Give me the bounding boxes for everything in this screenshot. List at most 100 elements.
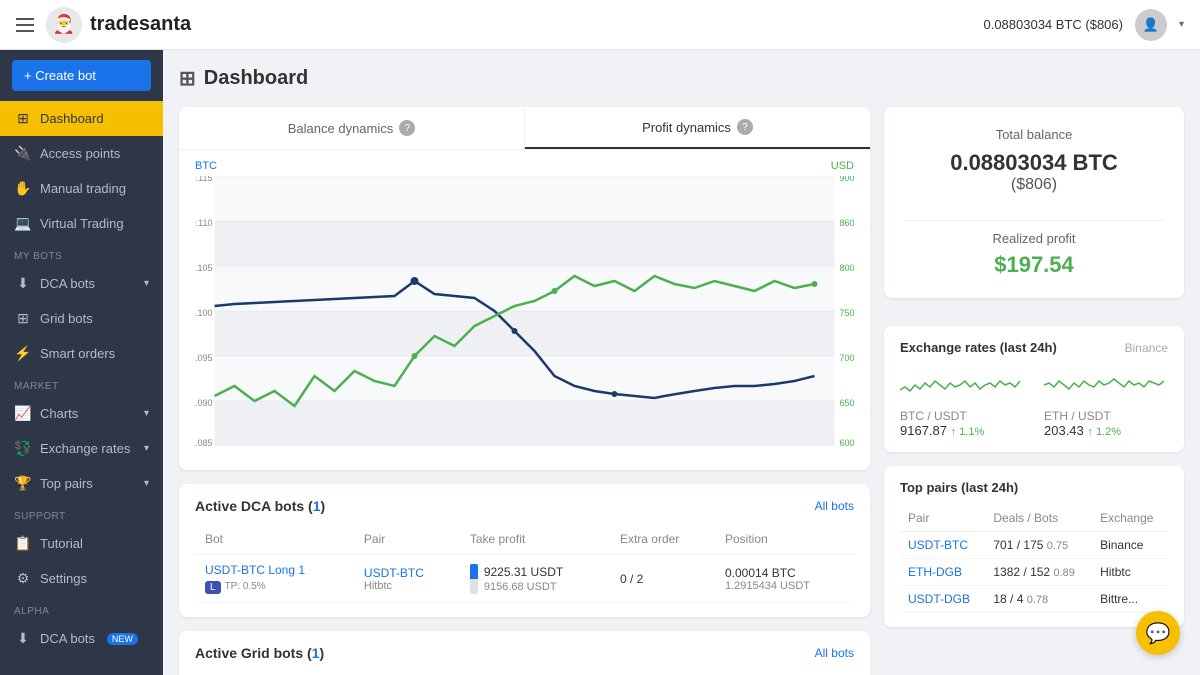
svg-text:700: 700 (840, 353, 855, 363)
sidebar-item-grid-bots[interactable]: ⊞ Grid bots (0, 301, 163, 336)
bot-tag: L (205, 581, 221, 594)
divider (904, 220, 1164, 221)
tp-pair-2[interactable]: ETH-DGB (908, 565, 962, 579)
sidebar-item-dca-bots[interactable]: ⬇ DCA bots ▾ (0, 266, 163, 301)
active-grid-label: Active Grid bots (1) (195, 645, 324, 661)
balance-card: Total balance 0.08803034 BTC ($806) Real… (884, 107, 1184, 298)
sidebar-item-settings[interactable]: ⚙ Settings (0, 561, 163, 596)
sidebar-item-top-pairs[interactable]: 🏆 Top pairs ▾ (0, 466, 163, 501)
logo-icon: 🎅 (46, 7, 82, 43)
sidebar-item-label: Dashboard (40, 111, 104, 126)
exchange-rates-header: Exchange rates (last 24h) Binance (900, 340, 1168, 355)
btc-label: BTC (195, 160, 217, 172)
sidebar-item-label: Exchange rates (40, 441, 130, 456)
sidebar-item-label: Access points (40, 146, 120, 161)
monitor-icon: 💻 (14, 215, 32, 232)
pair-link[interactable]: USDT-BTC (364, 566, 450, 580)
svg-text:0.090: 0.090 (195, 398, 213, 408)
hamburger-menu[interactable] (16, 18, 34, 32)
svg-text:0.100: 0.100 (195, 308, 213, 318)
create-bot-button[interactable]: + Create bot (12, 60, 151, 91)
btc-usdt-pair: BTC / USDT (900, 409, 1024, 423)
sidebar-item-label: Charts (40, 406, 78, 421)
top-pairs-header: Top pairs (last 24h) (900, 480, 1168, 495)
all-bots-link[interactable]: All bots (815, 499, 854, 513)
chat-bubble[interactable]: 💬 (1136, 611, 1180, 655)
tp-exchange-3: Bittre... (1092, 586, 1168, 613)
grid-title: Active Grid bots (1) (195, 645, 324, 661)
sidebar-item-label: Virtual Trading (40, 216, 124, 231)
dashboard-icon: ⊞ (179, 66, 196, 91)
top-pairs-card: Top pairs (last 24h) Pair Deals / Bots E… (884, 466, 1184, 627)
right-column: Total balance 0.08803034 BTC ($806) Real… (884, 107, 1184, 675)
sidebar-item-virtual-trading[interactable]: 💻 Virtual Trading (0, 206, 163, 241)
chevron-right-icon: ▾ (144, 478, 149, 489)
usd-amount: ($806) (904, 176, 1164, 194)
eth-usdt-item: ETH / USDT 203.43 ↑ 1.2% (1044, 365, 1168, 438)
top-pairs-table: Pair Deals / Bots Exchange USDT-BTC 701 … (900, 505, 1168, 613)
user-icon: 👤 (1143, 17, 1159, 33)
table-row: ETH-DGB 1382 / 152 0.89 Hitbtc (900, 559, 1168, 586)
col-take-profit: Take profit (460, 524, 610, 555)
exchange-icon: 💱 (14, 440, 32, 457)
down-arrow-icon: ⬇ (14, 275, 32, 292)
down-icon: ⬇ (14, 630, 32, 647)
sidebar-item-charts[interactable]: 📈 Charts ▾ (0, 396, 163, 431)
chart-icon: 📈 (14, 405, 32, 422)
tp-exchange-1: Binance (1092, 532, 1168, 559)
tp-exchange-2: Hitbtc (1092, 559, 1168, 586)
svg-text:0.095: 0.095 (195, 353, 213, 363)
pair-cell: USDT-BTC Hitbtc (354, 555, 460, 603)
tab-balance-dynamics[interactable]: Balance dynamics ? (179, 107, 525, 149)
sidebar-item-access-points[interactable]: 🔌 Access points (0, 136, 163, 171)
hand-icon: ✋ (14, 180, 32, 197)
chevron-down-icon: ▾ (1179, 19, 1184, 30)
total-balance-label: Total balance (904, 127, 1164, 142)
tp-col-deals: Deals / Bots (985, 505, 1092, 532)
eth-usdt-value-row: 203.43 ↑ 1.2% (1044, 423, 1168, 438)
bot-cell: USDT-BTC Long 1 L TP: 0.5% (195, 555, 354, 603)
tp-deals-1: 701 / 175 0.75 (985, 532, 1092, 559)
tab-profit-dynamics[interactable]: Profit dynamics ? (525, 107, 870, 149)
svg-text:0.110: 0.110 (195, 218, 213, 228)
dca-header: Active DCA bots (1) All bots (195, 498, 854, 514)
sidebar-item-tutorial[interactable]: 📋 Tutorial (0, 526, 163, 561)
tp-pair-3[interactable]: USDT-DGB (908, 592, 970, 606)
extra-order-cell: 0 / 2 (610, 555, 715, 603)
sidebar-item-label: Grid bots (40, 311, 93, 326)
btc-usdt-value-row: 9167.87 ↑ 1.1% (900, 423, 1024, 438)
sidebar-item-dca-bots-alpha[interactable]: ⬇ DCA bots NEW (0, 621, 163, 656)
sidebar-item-exchange-rates[interactable]: 💱 Exchange rates ▾ (0, 431, 163, 466)
user-avatar[interactable]: 👤 (1135, 9, 1167, 41)
svg-text:750: 750 (840, 308, 855, 318)
dca-title: Active DCA bots (1) (195, 498, 325, 514)
take-profit-cell: 9225.31 USDT 9156.68 USDT (460, 555, 610, 603)
sidebar-item-manual-trading[interactable]: ✋ Manual trading (0, 171, 163, 206)
tp-pair-1[interactable]: USDT-BTC (908, 538, 968, 552)
sidebar-item-smart-orders[interactable]: ⚡ Smart orders (0, 336, 163, 371)
col-pair: Pair (354, 524, 460, 555)
header-right: 0.08803034 BTC ($806) 👤 ▾ (983, 9, 1184, 41)
grid-icon: ⊞ (14, 110, 32, 127)
help-icon-profit: ? (737, 119, 753, 135)
svg-text:0.105: 0.105 (195, 263, 213, 273)
svg-text:800: 800 (840, 263, 855, 273)
active-dca-section: Active DCA bots (1) All bots Bot Pair Ta… (179, 484, 870, 617)
header-left: 🎅 tradesanta (16, 7, 191, 43)
sidebar-item-dashboard[interactable]: ⊞ Dashboard (0, 101, 163, 136)
sidebar-item-label: Tutorial (40, 536, 83, 551)
left-column: Balance dynamics ? Profit dynamics ? BTC… (179, 107, 870, 675)
btc-amount: 0.08803034 BTC (904, 150, 1164, 176)
btc-mini-chart (900, 365, 1024, 405)
col-bot: Bot (195, 524, 354, 555)
lightning-icon: ⚡ (14, 345, 32, 362)
top-pairs-title: Top pairs (last 24h) (900, 480, 1018, 495)
tp-deals-3: 18 / 4 0.78 (985, 586, 1092, 613)
bot-name-link[interactable]: USDT-BTC Long 1 (205, 563, 344, 577)
table-row: USDT-BTC 701 / 175 0.75 Binance (900, 532, 1168, 559)
all-grid-bots-link[interactable]: All bots (815, 646, 854, 660)
active-dca-label: Active DCA bots (1) (195, 498, 325, 514)
grid-header: Active Grid bots (1) All bots (195, 645, 854, 661)
gear-icon: ⚙ (14, 570, 32, 587)
sidebar-item-label: DCA bots (40, 276, 95, 291)
